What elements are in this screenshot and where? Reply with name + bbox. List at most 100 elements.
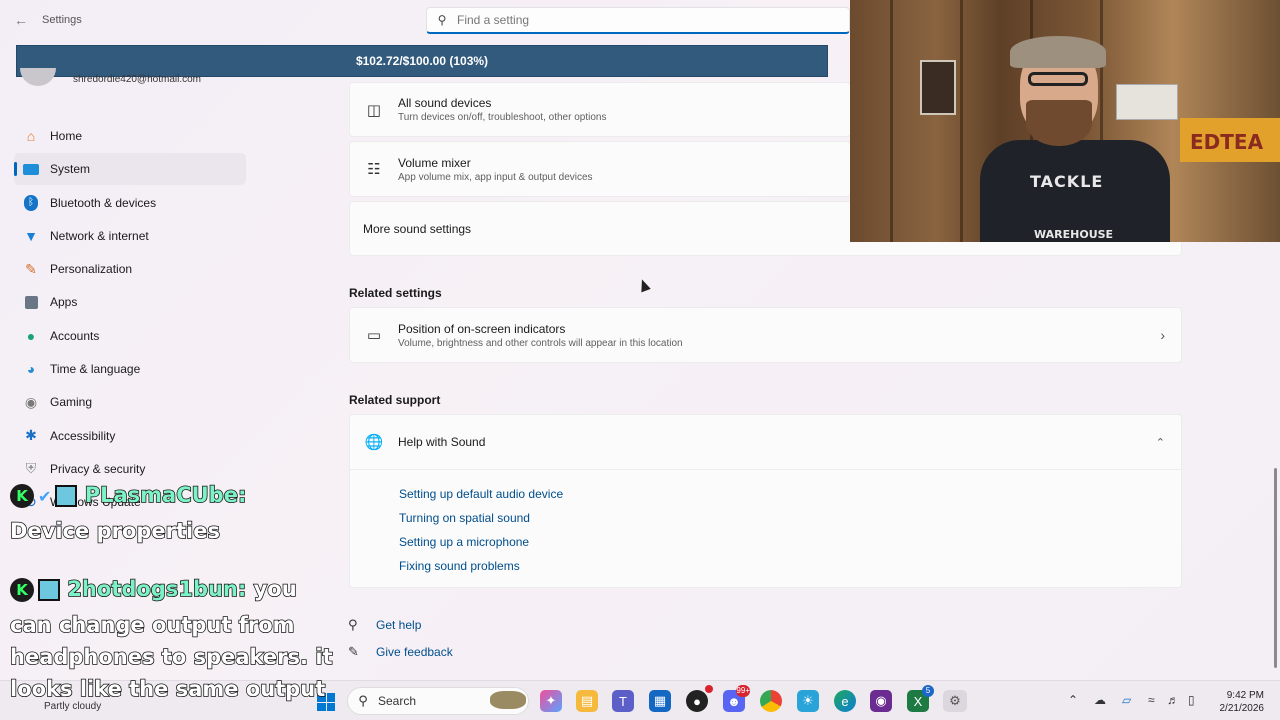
chat-message-text: you [253, 576, 298, 602]
sidebar-item-accounts[interactable]: ● Accounts [14, 320, 246, 352]
help-link[interactable]: Turning on spatial sound [399, 511, 530, 525]
card-title: Help with Sound [398, 435, 486, 449]
kick-badge-icon: K [10, 578, 34, 602]
sidebar-item-label: Accessibility [50, 428, 116, 443]
sidebar-item-network[interactable]: ▼ Network & internet [14, 220, 246, 252]
person-icon: ● [26, 327, 36, 344]
sidebar-item-label: Personalization [50, 262, 133, 277]
subscriber-badge-icon [55, 485, 78, 507]
streamer-glasses [1028, 72, 1088, 86]
brush-icon: ✎ [25, 260, 37, 277]
app-icon[interactable]: ◉ [870, 690, 892, 712]
air-conditioner [1116, 84, 1178, 120]
sidebar-item-bluetooth[interactable]: ᛒ Bluetooth & devices [14, 187, 246, 219]
sidebar-item-label: Bluetooth & devices [50, 195, 157, 210]
subscriber-badge-icon [38, 579, 60, 601]
accessibility-icon: ✱ [25, 427, 37, 444]
donation-goal-text: $102.72/$100.00 (103%) [355, 54, 489, 68]
teams-badge: 5 [922, 685, 934, 697]
app-title: Settings [42, 14, 82, 26]
volume-mixer-icon: ☷ [367, 161, 381, 178]
shield-icon: ⛨ [25, 460, 37, 477]
sidebar-item-personalization[interactable]: ✎ Personalization [14, 253, 246, 285]
sidebar-item-apps[interactable]: Apps [14, 286, 246, 318]
card-subtitle: Turn devices on/off, troubleshoot, other… [398, 112, 607, 123]
store-app-icon[interactable]: ▦ [649, 690, 671, 712]
chevron-up-icon[interactable]: ⌃ [1156, 436, 1165, 449]
chevron-up-icon[interactable]: ⌃ [1068, 693, 1078, 707]
card-subtitle: App volume mix, app input & output devic… [398, 171, 593, 183]
scrollbar[interactable] [1274, 468, 1277, 668]
help-link[interactable]: Fixing sound problems [399, 559, 520, 573]
file-explorer-icon[interactable]: ▤ [576, 690, 598, 712]
all-sound-devices-card[interactable]: ◫ All sound devices Turn devices on/off,… [349, 82, 851, 137]
microphone-icon[interactable]: ▱ [1122, 693, 1131, 707]
card-title: Volume mixer [398, 155, 471, 170]
chat-message-1-header: K ✔ PLasmaCUbe: [10, 482, 247, 508]
streamer-cap [1010, 36, 1106, 68]
copilot-app-icon[interactable]: ✦ [540, 690, 562, 712]
search-icon: ⚲ [437, 13, 447, 27]
webcam-overlay: EDTEA TACKLE WAREHOUSE [850, 0, 1280, 242]
home-icon: ⌂ [26, 128, 36, 144]
chat-message-text: looks like the same output [9, 676, 326, 702]
settings-search-input[interactable] [457, 13, 837, 27]
sidebar-item-label: Apps [50, 295, 78, 310]
sidebar-item-label: Accounts [50, 328, 100, 343]
teams-app-icon[interactable]: T [612, 690, 634, 712]
sidebar-item-home[interactable]: ⌂ Home [14, 120, 246, 152]
clock[interactable]: 9:42 PM 2/21/2026 [1212, 689, 1265, 715]
help-link[interactable]: Setting up default audio device [399, 487, 563, 501]
shirt-text-bottom: WAREHOUSE [1034, 228, 1114, 241]
speaker-device-icon: ◫ [366, 101, 382, 119]
cloud-icon[interactable]: ☁ [1094, 693, 1106, 707]
card-title: All sound devices [398, 96, 492, 110]
donation-goal-bar: $102.72/$100.00 (103%) [16, 45, 828, 77]
chat-username: 2hotdogs1bun: [67, 576, 247, 602]
give-feedback-link[interactable]: ✎ Give feedback [348, 644, 453, 660]
chat-username: PLasmaCUbe: [84, 482, 247, 508]
globe-icon: ◕ [26, 361, 36, 378]
chrome-app-icon[interactable] [760, 690, 782, 712]
settings-app-icon[interactable]: ⚙ [943, 690, 967, 712]
settings-search-box[interactable]: ⚲ [426, 7, 850, 34]
banner-text: EDTEA [1190, 130, 1264, 154]
weather-label[interactable]: Partly cloudy [44, 701, 101, 712]
sidebar-item-system[interactable]: System [14, 153, 246, 186]
back-arrow-icon[interactable]: ← [14, 12, 28, 28]
edge-app-icon[interactable]: e [834, 690, 856, 712]
notification-badge [705, 685, 713, 693]
get-help-label: Get help [376, 618, 422, 632]
avatar[interactable] [20, 68, 56, 86]
volume-icon[interactable]: ♬ [1167, 693, 1179, 707]
sidebar-item-gaming[interactable]: ◉ Gaming [14, 386, 246, 418]
discord-badge: 99+ [736, 685, 750, 697]
help-with-sound-header[interactable]: 🌐 Help with Sound ⌃ [349, 414, 1182, 470]
wifi-icon: ▼ [24, 227, 38, 244]
card-title: Position of on-screen indicators [398, 321, 566, 336]
search-highlight-image [490, 691, 526, 709]
sidebar-item-label: Home [50, 129, 83, 143]
sidebar-item-accessibility[interactable]: ✱ Accessibility [14, 420, 246, 452]
shirt-text-top: TACKLE [1030, 172, 1104, 191]
sidebar-item-label: Gaming [50, 395, 93, 410]
get-help-link[interactable]: ⚲ Get help [348, 617, 421, 633]
battery-icon[interactable]: ▯ [1188, 693, 1195, 707]
sidebar-item-privacy[interactable]: ⛨ Privacy & security [14, 453, 246, 485]
onscreen-indicators-card[interactable]: ▭ Position of on-screen indicators Volum… [349, 307, 1182, 363]
chat-message-text: can change output from [9, 612, 295, 638]
verified-badge-icon: ✔ [38, 486, 52, 506]
excel-app-icon[interactable]: X5 [907, 685, 934, 712]
discord-app-icon[interactable]: ☻ 99+ [723, 685, 750, 712]
sidebar-nav: ⌂ Home System ᛒ Bluetooth & devices ▼ Ne… [14, 120, 246, 520]
sidebar-item-label: Time & language [50, 362, 141, 377]
sidebar-item-label: System [50, 162, 91, 177]
volume-mixer-card[interactable]: ☷ Volume mixer App volume mix, app input… [349, 141, 851, 197]
sidebar-item-time-language[interactable]: ◕ Time & language [14, 353, 246, 385]
app-icon[interactable]: ☀ [797, 690, 819, 712]
sidebar-item-label: Network & internet [50, 228, 149, 243]
account-email: shredordie420@hotmail.com [73, 74, 201, 85]
help-link[interactable]: Setting up a microphone [399, 535, 529, 549]
wifi-icon[interactable]: ≈ [1148, 693, 1155, 707]
obs-app-icon[interactable]: ● [686, 685, 713, 712]
